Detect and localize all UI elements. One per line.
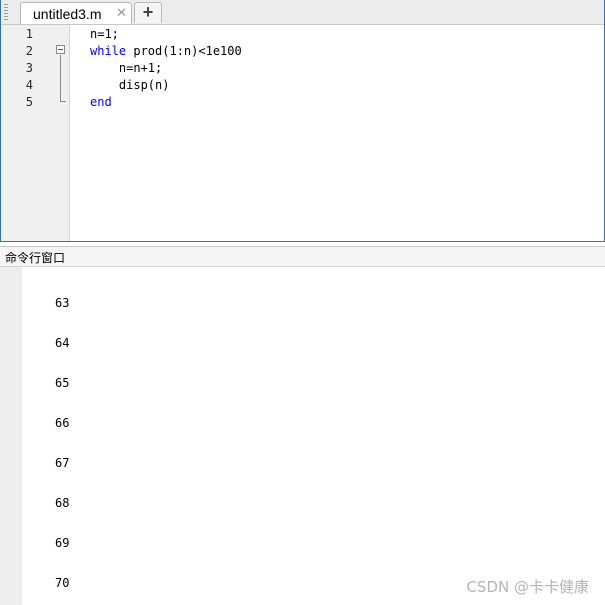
keyword-end: end — [90, 95, 112, 109]
output-line: 67 — [55, 456, 70, 470]
code-line-4: disp(n) — [90, 77, 242, 94]
tab-grip-handle[interactable] — [4, 4, 8, 20]
code-line-2: while prod(1:n)<1e100 — [90, 43, 242, 60]
code-line-3: n=n+1; — [90, 60, 242, 77]
matlab-window: untitled3.m ✕ + 1 2 3 4 5 n=1; while pro… — [0, 0, 605, 605]
code-text: n=n+1; — [90, 61, 163, 75]
command-window-header: 命令行窗口 — [0, 246, 605, 267]
command-window-title: 命令行窗口 — [5, 251, 66, 265]
output-line: 64 — [55, 336, 70, 350]
output-line: 68 — [55, 496, 70, 510]
tab-untitled3[interactable]: untitled3.m ✕ — [20, 2, 132, 24]
add-tab-button[interactable]: + — [134, 2, 162, 23]
output-line: 63 — [55, 296, 70, 310]
command-window-body[interactable]: 63 64 65 66 67 68 69 70 — [0, 267, 605, 605]
keyword-while: while — [90, 44, 127, 58]
fold-guide — [60, 55, 61, 101]
collapse-icon[interactable] — [56, 45, 65, 54]
editor-tab-bar: untitled3.m ✕ + — [1, 0, 604, 25]
output-line: 65 — [55, 376, 70, 390]
output-line: 70 — [55, 576, 70, 590]
line-numbers: 1 2 3 4 5 — [1, 26, 37, 111]
line-number: 5 — [25, 95, 33, 109]
line-number: 3 — [25, 61, 33, 75]
command-window-margin — [0, 267, 22, 605]
output-line: 66 — [55, 416, 70, 430]
line-number: 2 — [25, 44, 33, 58]
fold-guide-end — [60, 101, 66, 102]
code-area[interactable]: n=1; while prod(1:n)<1e100 n=n+1; disp(n… — [90, 26, 242, 111]
code-text: disp(n) — [90, 78, 170, 92]
line-number: 4 — [25, 78, 33, 92]
tab-label: untitled3.m — [33, 6, 102, 22]
code-text: prod(1:n)<1e100 — [126, 44, 242, 58]
line-number: 1 — [25, 27, 33, 41]
close-icon[interactable]: ✕ — [116, 6, 127, 20]
code-line-5: end — [90, 94, 242, 111]
code-text: n=1; — [90, 27, 119, 41]
code-line-1: n=1; — [90, 26, 242, 43]
editor-panel: untitled3.m ✕ + 1 2 3 4 5 n=1; while pro… — [0, 0, 605, 242]
output-line: 69 — [55, 536, 70, 550]
watermark: CSDN @卡卡健康 — [466, 578, 589, 596]
